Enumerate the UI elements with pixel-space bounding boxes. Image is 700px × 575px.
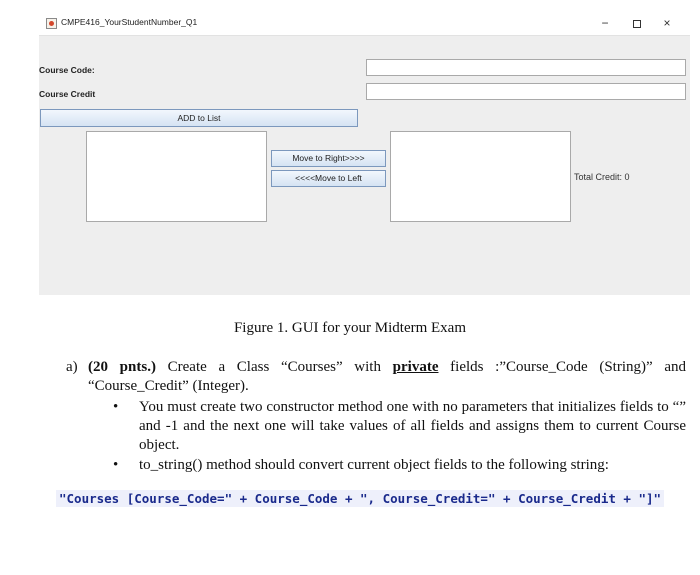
course-credit-label: Course Credit	[39, 89, 96, 99]
move-left-button[interactable]: <<<<Move to Left	[271, 170, 386, 187]
bullet-text: You must create two constructor method o…	[139, 399, 686, 453]
java-app-icon	[46, 18, 57, 29]
app-window: CMPE416_YourStudentNumber_Q1 − × Course …	[39, 12, 690, 295]
right-course-list[interactable]	[390, 131, 571, 222]
bullet-item: • to_string() method should convert curr…	[113, 456, 686, 475]
bullet-item: • You must create two constructor method…	[113, 398, 686, 455]
total-credit-label: Total Credit: 0	[574, 172, 630, 182]
minimize-button[interactable]: −	[596, 15, 614, 31]
private-keyword: private	[392, 359, 439, 375]
figure-caption: Figure 1. GUI for your Midterm Exam	[233, 320, 467, 336]
question-marker: a)	[66, 359, 78, 375]
course-code-label: Course Code:	[39, 65, 95, 75]
title-bar[interactable]: CMPE416_YourStudentNumber_Q1 − ×	[39, 12, 690, 36]
points-label: (20 pnts.)	[88, 359, 156, 375]
add-to-list-button[interactable]: ADD to List	[40, 109, 358, 127]
move-right-button[interactable]: Move to Right>>>>	[271, 150, 386, 167]
bullet-dot: •	[113, 457, 119, 473]
maximize-icon	[633, 19, 641, 28]
close-button[interactable]: ×	[658, 15, 676, 31]
question-a: a) (20 pnts.) Create a Class “Courses” w…	[66, 358, 686, 396]
maximize-button[interactable]	[628, 15, 646, 31]
course-credit-field[interactable]	[366, 83, 686, 100]
window-title: CMPE416_YourStudentNumber_Q1	[61, 17, 198, 27]
question-body: (20 pnts.) Create a Class “Courses” with…	[88, 358, 686, 396]
bullet-text: to_string() method should convert curren…	[139, 457, 609, 473]
course-code-field[interactable]	[366, 59, 686, 76]
code-line: "Courses [Course_Code=" + Course_Code + …	[56, 490, 665, 507]
bullet-dot: •	[113, 399, 119, 415]
question-text-1: Create a Class “Courses” with	[155, 359, 393, 375]
left-course-list[interactable]	[86, 131, 267, 222]
